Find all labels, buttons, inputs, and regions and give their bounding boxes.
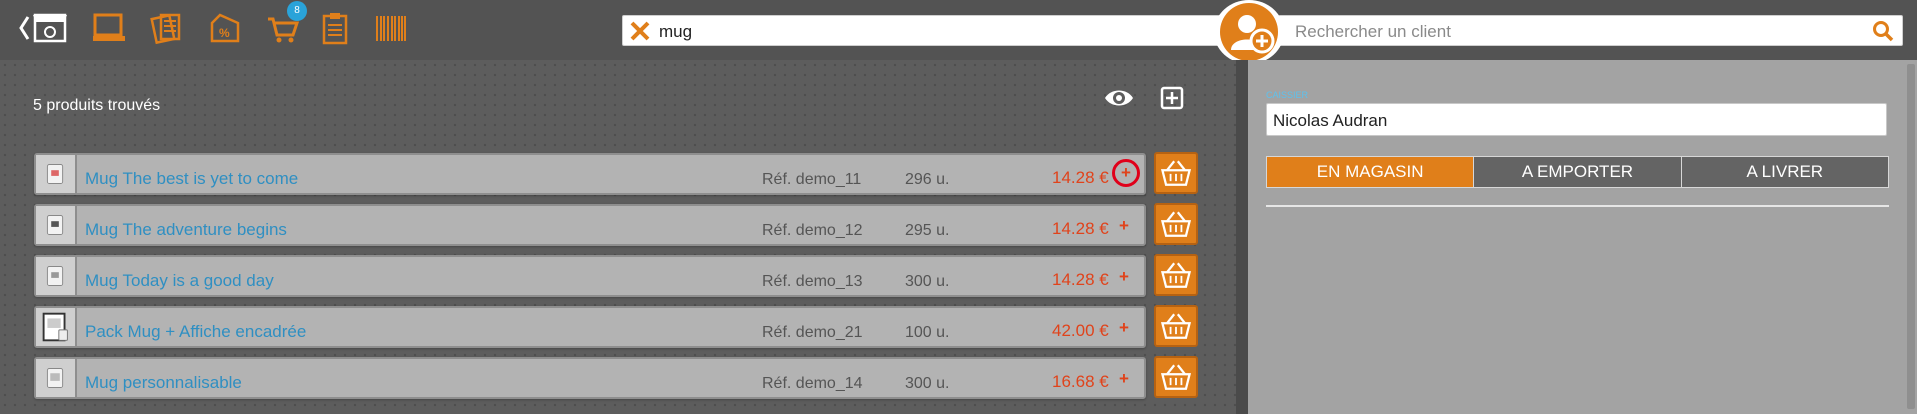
results-count: 5 produits trouvés bbox=[33, 97, 161, 114]
product-price: 14.28 € bbox=[1052, 168, 1109, 187]
product-stock: 100 u. bbox=[905, 324, 950, 341]
discount-icon[interactable]: % bbox=[208, 11, 242, 45]
product-name[interactable]: Mug Today is a good day bbox=[85, 271, 274, 291]
client-search-input[interactable]: Rechercher un client bbox=[1295, 22, 1451, 42]
add-to-cart-button[interactable] bbox=[1154, 254, 1198, 296]
product-row[interactable]: Mug The best is yet to come Réf. demo_11… bbox=[34, 153, 1146, 195]
clipboard-icon[interactable] bbox=[318, 11, 352, 45]
top-toolbar: % 8 mug Rechercher un client bbox=[0, 0, 1917, 64]
product-details-button[interactable]: + bbox=[1119, 216, 1129, 236]
add-to-cart-button[interactable] bbox=[1154, 152, 1198, 194]
product-stock: 295 u. bbox=[905, 222, 950, 239]
product-row[interactable]: Mug personnalisable Réf. demo_14 300 u. … bbox=[34, 357, 1146, 399]
barcode-icon[interactable] bbox=[374, 11, 408, 45]
product-ref: Réf. demo_11 bbox=[762, 171, 862, 188]
cashier-label: CAISSIER bbox=[1266, 90, 1309, 100]
product-thumbnail bbox=[36, 359, 77, 397]
product-stock: 296 u. bbox=[905, 171, 950, 188]
product-ref: Réf. demo_21 bbox=[762, 324, 863, 341]
client-search-field[interactable]: Rechercher un client bbox=[1278, 15, 1903, 46]
search-input[interactable]: mug bbox=[659, 22, 692, 42]
svg-text:%: % bbox=[219, 26, 230, 40]
tab-a-livrer[interactable]: A LIVRER bbox=[1681, 157, 1888, 187]
product-name[interactable]: Pack Mug + Affiche encadrée bbox=[85, 322, 306, 342]
product-details-button[interactable]: + bbox=[1119, 369, 1129, 389]
product-name[interactable]: Mug The best is yet to come bbox=[85, 169, 298, 189]
close-icon[interactable] bbox=[629, 20, 651, 42]
product-thumbnail bbox=[36, 257, 77, 295]
back-store-icon[interactable] bbox=[18, 11, 68, 45]
add-to-cart-button[interactable] bbox=[1154, 356, 1198, 398]
add-to-cart-button[interactable] bbox=[1154, 203, 1198, 245]
product-price: 14.28 € bbox=[1052, 270, 1109, 289]
tab-a-emporter[interactable]: A EMPORTER bbox=[1474, 157, 1682, 187]
order-mode-tabs: EN MAGASIN A EMPORTER A LIVRER bbox=[1266, 156, 1889, 188]
product-price: 42.00 € bbox=[1052, 321, 1109, 340]
monitor-icon[interactable] bbox=[92, 11, 126, 45]
product-results-panel: 5 produits trouvés Mug The best is yet t… bbox=[0, 60, 1236, 414]
product-row[interactable]: Pack Mug + Affiche encadrée Réf. demo_21… bbox=[34, 306, 1146, 348]
product-price: 14.28 € bbox=[1052, 219, 1109, 238]
product-row[interactable]: Mug Today is a good day Réf. demo_13 300… bbox=[34, 255, 1146, 297]
product-ref: Réf. demo_12 bbox=[762, 222, 863, 239]
separator bbox=[1266, 205, 1889, 207]
product-stock: 300 u. bbox=[905, 273, 950, 290]
add-to-cart-button[interactable] bbox=[1154, 305, 1198, 347]
product-details-button[interactable]: + bbox=[1112, 159, 1140, 187]
cart-count-badge: 8 bbox=[287, 1, 307, 21]
product-search-field[interactable]: mug bbox=[622, 15, 1222, 46]
product-row[interactable]: Mug The adventure begins Réf. demo_12 29… bbox=[34, 204, 1146, 246]
product-thumbnail bbox=[36, 206, 77, 244]
product-stock: 300 u. bbox=[905, 375, 950, 392]
scrollbar[interactable] bbox=[1907, 64, 1915, 409]
product-name[interactable]: Mug personnalisable bbox=[85, 373, 242, 393]
eye-icon[interactable] bbox=[1103, 85, 1135, 111]
product-ref: Réf. demo_14 bbox=[762, 375, 863, 392]
catalog-icon[interactable] bbox=[150, 11, 184, 45]
product-price: 16.68 € bbox=[1052, 372, 1109, 391]
product-details-button[interactable]: + bbox=[1119, 318, 1129, 338]
panel-divider bbox=[1236, 60, 1248, 414]
product-thumbnail bbox=[36, 308, 77, 346]
tab-en-magasin[interactable]: EN MAGASIN bbox=[1267, 157, 1475, 187]
product-details-button[interactable]: + bbox=[1119, 267, 1129, 287]
cashier-field[interactable]: Nicolas Audran bbox=[1266, 103, 1887, 136]
add-client-button[interactable] bbox=[1214, 0, 1284, 64]
product-name[interactable]: Mug The adventure begins bbox=[85, 220, 287, 240]
product-thumbnail bbox=[36, 155, 77, 193]
search-icon[interactable] bbox=[1872, 20, 1894, 42]
cart-panel: CAISSIER Nicolas Audran EN MAGASIN A EMP… bbox=[1248, 60, 1917, 414]
add-product-icon[interactable] bbox=[1160, 86, 1184, 110]
product-ref: Réf. demo_13 bbox=[762, 273, 863, 290]
